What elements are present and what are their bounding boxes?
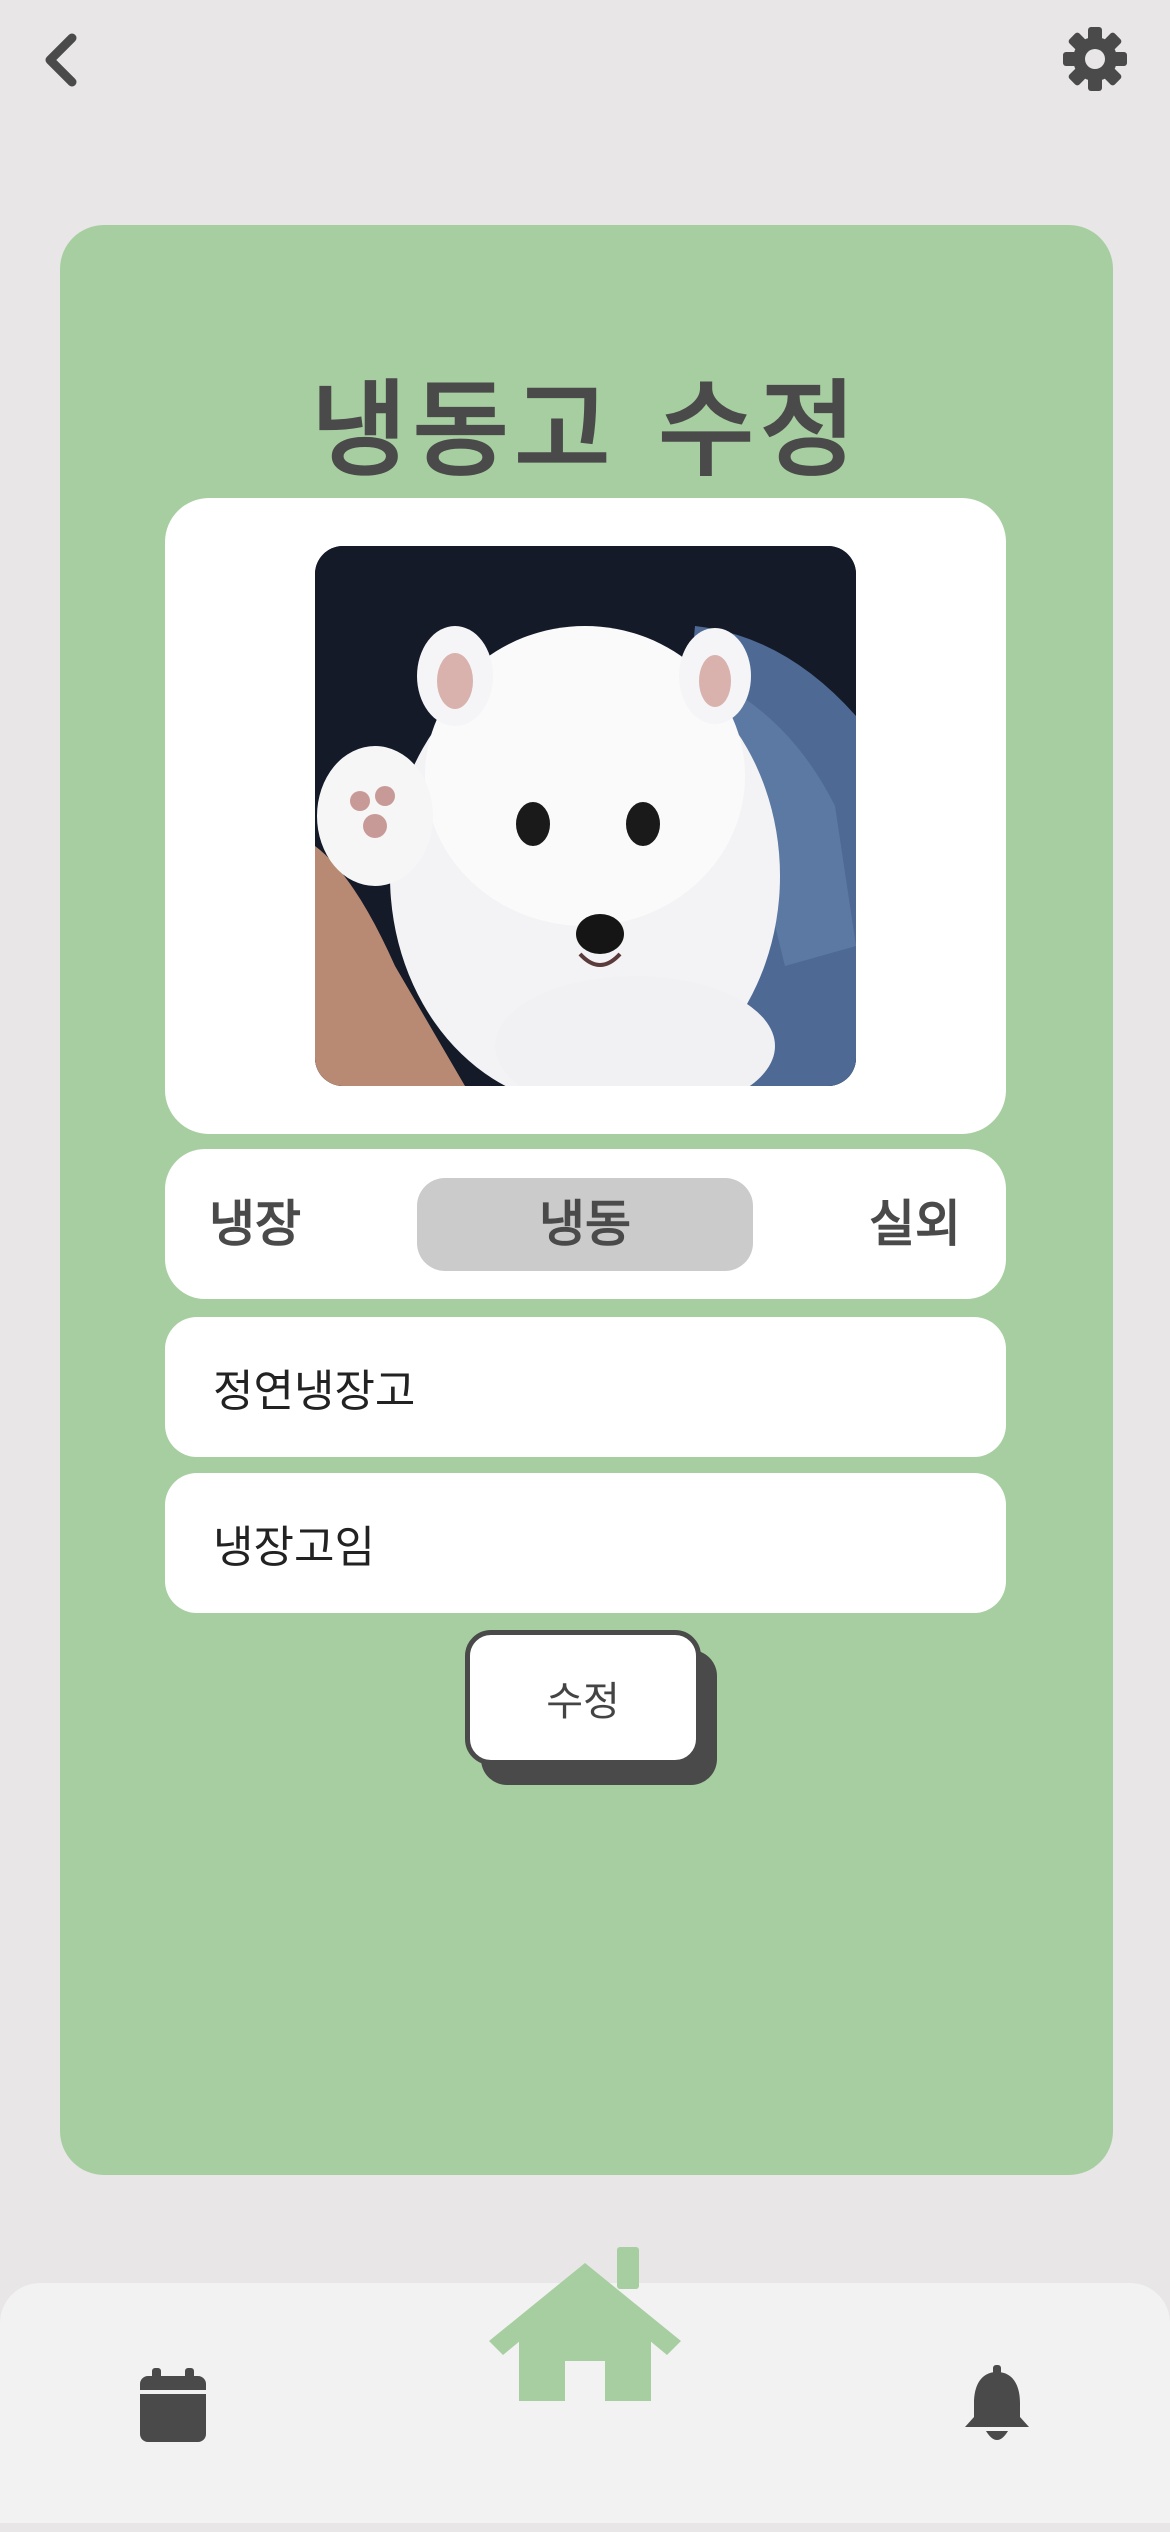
photo-panel[interactable] [165,498,1006,1134]
option-outdoor[interactable]: 실외 [855,1149,975,1299]
description-field [165,1473,1006,1613]
gear-icon [1063,27,1127,91]
home-button[interactable] [485,2245,685,2405]
settings-button[interactable] [1062,26,1128,92]
top-bar [0,0,1170,130]
page-title: 냉동고 수정 [311,369,862,491]
name-input[interactable] [213,1317,973,1457]
freezer-photo[interactable] [315,546,856,1086]
option-fridge[interactable]: 냉장 [200,1149,310,1299]
description-input[interactable] [213,1473,973,1613]
bell-icon [965,2365,1029,2440]
calendar-button[interactable] [138,2368,208,2444]
option-freezer-selected[interactable]: 냉동 [417,1178,753,1271]
chevron-left-icon [45,33,77,87]
submit-area: 수정 [465,1630,725,1785]
name-field [165,1317,1006,1457]
notifications-button[interactable] [962,2365,1032,2445]
calendar-icon [140,2368,206,2442]
back-button[interactable] [38,30,88,90]
storage-type-selector: 냉장 냉동 실외 [165,1149,1006,1299]
edit-submit-button[interactable]: 수정 [465,1630,701,1765]
edit-card: 냉동고 수정 냉장 냉동 실외 정연냉장고 냉장고임 수정 [60,225,1113,2175]
home-icon [489,2247,681,2401]
